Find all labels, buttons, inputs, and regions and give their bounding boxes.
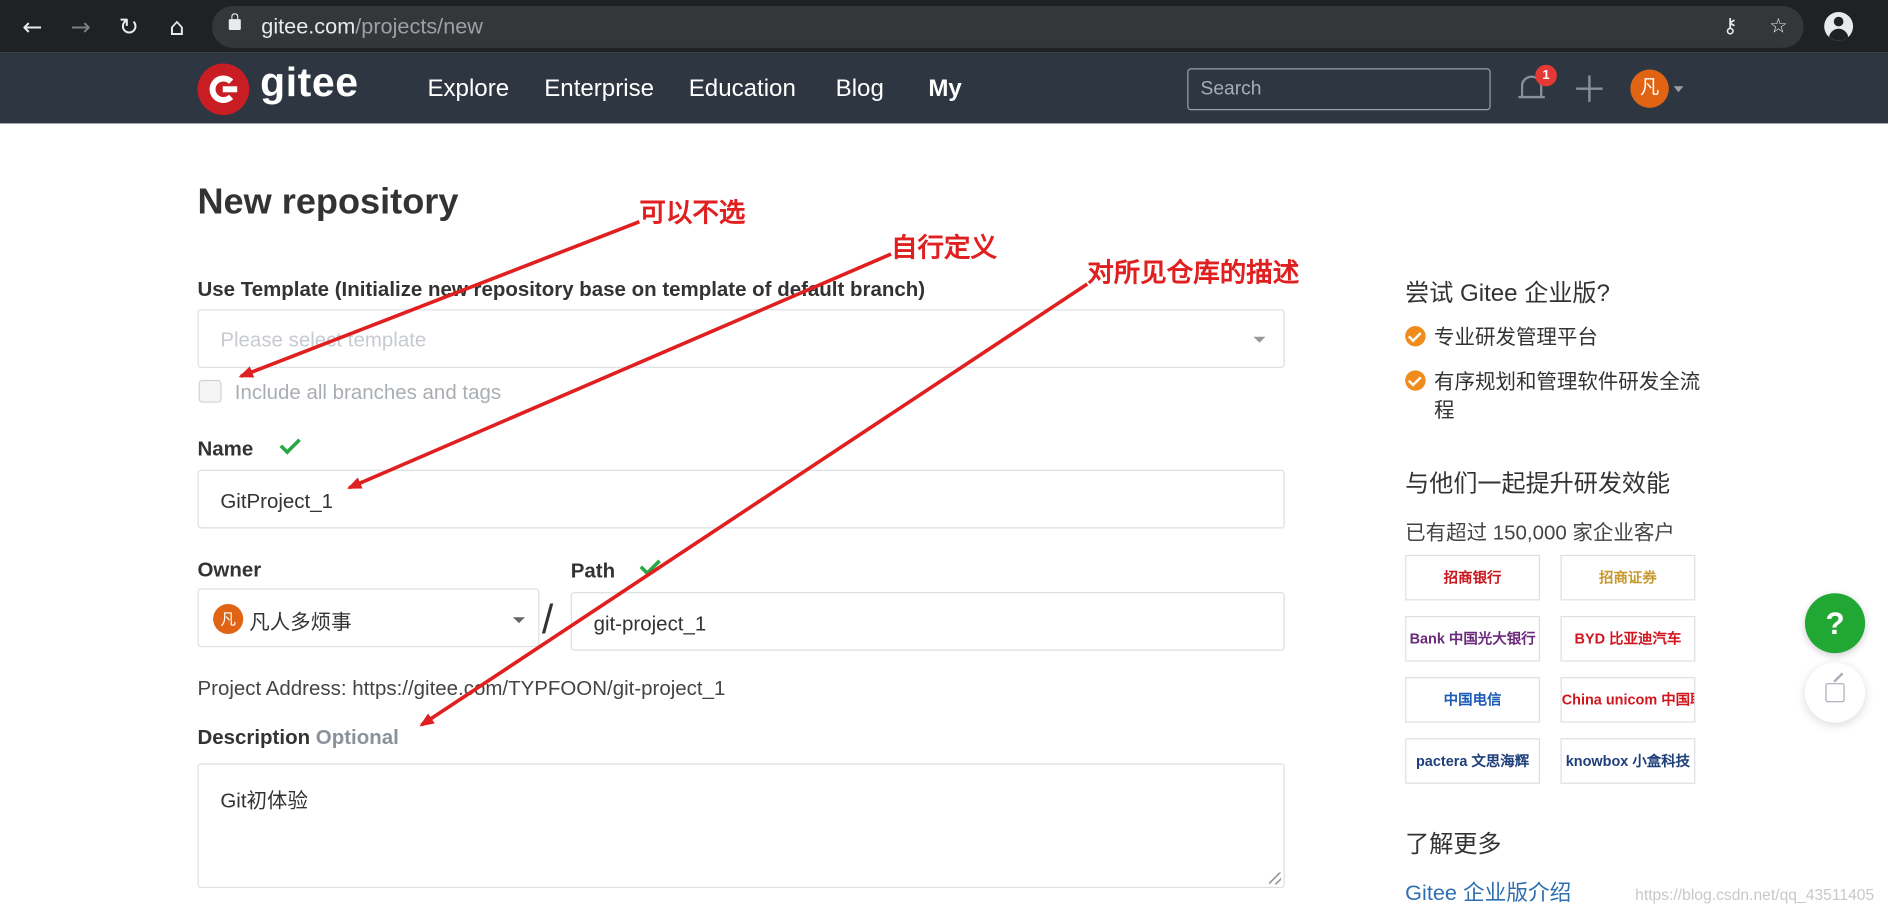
name-value: GitProject_1 (220, 490, 333, 513)
path-separator: / (541, 596, 554, 643)
user-avatar[interactable]: 凡 (1630, 69, 1669, 108)
client-logo: China unicom 中国联通 (1560, 677, 1696, 723)
path-input[interactable]: git-project_1 (570, 592, 1285, 651)
client-logo: Bank 中国光大银行 (1405, 615, 1541, 662)
home-icon[interactable]: ⌂ (164, 13, 190, 39)
annotation-description: 对所见仓库的描述 (1087, 257, 1300, 288)
include-branches-checkbox[interactable] (198, 379, 222, 403)
reload-icon[interactable]: ↻ (116, 13, 142, 39)
plus-icon[interactable] (1576, 75, 1603, 102)
nav-my[interactable]: My (928, 76, 961, 104)
owner-value: 凡人多烦事 (249, 611, 352, 634)
lock-icon (228, 13, 241, 30)
template-select[interactable]: Please select template (197, 309, 1285, 368)
owner-avatar: 凡 (213, 604, 244, 634)
description-value: Git初体验 (220, 789, 308, 813)
include-branches-label[interactable]: Include all branches and tags (235, 381, 501, 405)
template-label: Use Template (Initialize new repository … (197, 278, 926, 301)
chevron-down-icon (512, 617, 525, 624)
url-text: gitee.com/projects/new (261, 14, 483, 39)
share-icon[interactable] (1804, 662, 1866, 723)
description-label: Description Optional (197, 726, 399, 750)
notification-badge: 1 (1535, 64, 1557, 87)
browser-toolbar: ← → ↻ ⌂ gitee.com/projects/new ⚷ ☆ (0, 0, 1888, 53)
nav-enterprise[interactable]: Enterprise (544, 76, 654, 104)
forward-arrow-icon[interactable]: → (67, 13, 93, 39)
chevron-down-icon (1253, 336, 1266, 343)
optional-tag: Optional (315, 726, 399, 750)
watermark: https://blog.csdn.net/qq_43511405 (1635, 885, 1875, 904)
client-logo: 招商银行 (1405, 554, 1541, 601)
name-input[interactable]: GitProject_1 (197, 469, 1285, 529)
help-button[interactable]: ? (1804, 593, 1866, 654)
sidebar-feature: 专业研发管理平台 (1434, 325, 1598, 349)
annotation-custom: 自行定义 (891, 232, 997, 263)
search-input[interactable] (1187, 68, 1491, 111)
check-circle-icon (1405, 325, 1426, 347)
site-header: gitee Explore Enterprise Education Blog … (0, 52, 1888, 124)
enterprise-intro-link[interactable]: Gitee 企业版介绍 (1405, 876, 1571, 907)
nav-blog[interactable]: Blog (836, 76, 884, 104)
clients-count: 已有超过 150,000 家企业客户 (1405, 521, 1675, 545)
nav-education[interactable]: Education (689, 76, 796, 104)
gitee-logo-text[interactable]: gitee (260, 60, 359, 107)
check-icon (639, 554, 661, 576)
client-logo: knowbox 小盒科技 (1560, 738, 1696, 784)
sidebar-heading-enterprise: 尝试 Gitee 企业版? (1405, 280, 1610, 307)
sidebar-feature: 有序规划和管理软件研发全流程 (1434, 370, 1701, 422)
owner-label: Owner (197, 558, 262, 582)
sidebar-heading-more: 了解更多 (1405, 831, 1502, 859)
client-logo: 中国电信 (1405, 677, 1541, 723)
project-address: Project Address: https://gitee.com/TYPFO… (197, 677, 726, 700)
star-icon[interactable]: ☆ (1765, 13, 1791, 39)
template-placeholder: Please select template (220, 328, 427, 352)
check-circle-icon (1405, 370, 1426, 391)
description-textarea[interactable]: Git初体验 (197, 763, 1285, 889)
resize-handle[interactable] (1269, 872, 1282, 885)
page-title: New repository (197, 182, 459, 222)
name-label: Name (197, 437, 254, 461)
path-label: Path (570, 559, 616, 583)
gitee-logo-icon[interactable] (197, 63, 250, 116)
client-logo: 招商证券 (1560, 554, 1696, 601)
nav-explore[interactable]: Explore (427, 76, 509, 104)
client-logo: BYD 比亚迪汽车 (1560, 615, 1696, 662)
annotation-optional: 可以不选 (639, 197, 746, 228)
profile-icon[interactable] (1824, 11, 1854, 41)
key-icon[interactable]: ⚷ (1717, 13, 1743, 39)
sidebar-heading-clients: 与他们一起提升研发效能 (1405, 470, 1671, 498)
chevron-down-icon[interactable] (1673, 86, 1684, 93)
client-logo: pactera 文思海辉 (1405, 738, 1541, 784)
owner-select[interactable]: 凡 凡人多烦事 (197, 588, 540, 648)
check-icon (279, 433, 301, 455)
address-bar[interactable]: gitee.com/projects/new ⚷ ☆ (211, 5, 1804, 48)
back-arrow-icon[interactable]: ← (19, 13, 45, 39)
path-value: git-project_1 (593, 612, 707, 636)
